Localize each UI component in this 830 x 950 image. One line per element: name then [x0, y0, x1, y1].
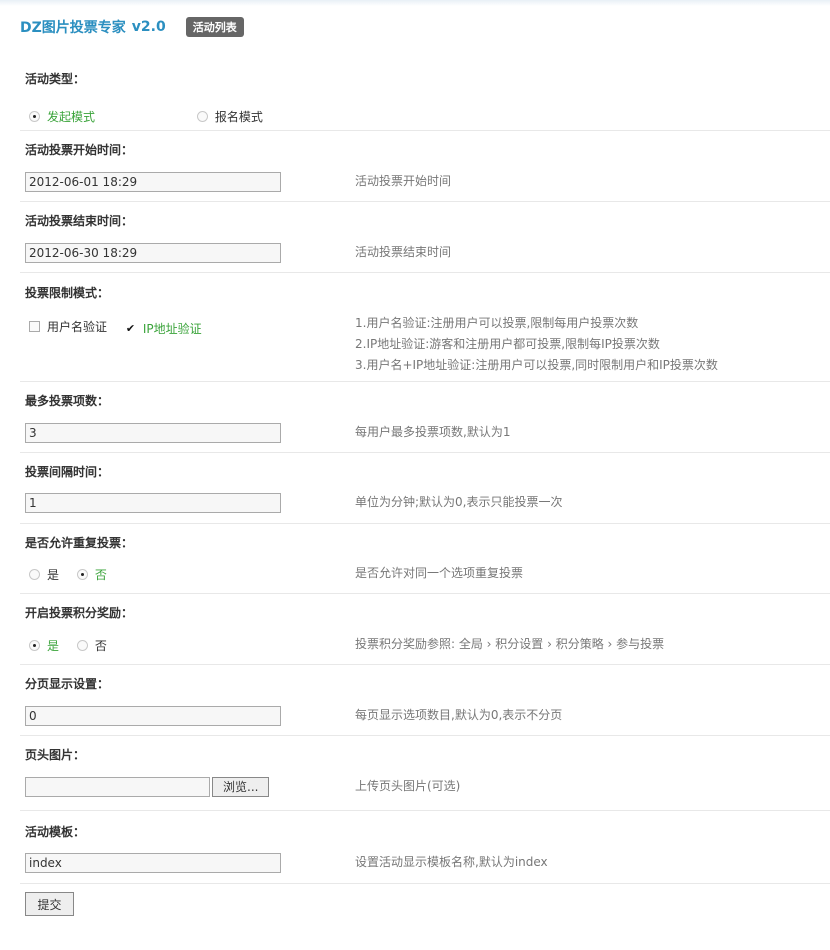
activity-type-option-signup[interactable]: 报名模式 [196, 108, 263, 125]
start-time-section: 活动投票开始时间： 2012-06-01 18:29 活动投票开始时间 [20, 131, 830, 202]
limit-mode-hint-1: 1.用户名验证:注册用户可以投票,限制每用户投票次数 [355, 316, 639, 330]
activity-type-option-signup-label: 报名模式 [214, 110, 263, 124]
app-title: DZ图片投票专家 [20, 20, 126, 36]
radio-selected-icon [76, 569, 88, 580]
limit-mode-option-ip-label: IP地址验证 [142, 322, 202, 336]
header-image-file-input[interactable] [25, 777, 210, 797]
activity-type-section: 活动类型： 发起模式 报名模式 [20, 62, 830, 131]
activity-type-option-launch[interactable]: 发起模式 [29, 108, 179, 125]
max-items-field: 3 [25, 423, 281, 443]
checkbox-empty-icon [29, 321, 40, 332]
header-image-hint: 上传页头图片(可选) [355, 779, 461, 793]
paging-hint: 每页显示选项数目,默认为0,表示不分页 [355, 708, 563, 722]
app-version: v2.0 [131, 19, 166, 35]
credit-reward-label: 开启投票积分奖励： [25, 606, 134, 620]
limit-mode-option-username[interactable]: 用户名验证 [29, 318, 107, 335]
credit-reward-option-yes-label: 是 [47, 639, 60, 653]
limit-mode-hints: 1.用户名验证:注册用户可以投票,限制每用户投票次数 2.IP地址验证:游客和注… [355, 313, 718, 376]
interval-label: 投票间隔时间： [25, 465, 110, 479]
repeat-vote-section: 是否允许重复投票： 是 否 是否允许对同一个选项重复投票 [20, 524, 830, 594]
limit-mode-options: 用户名验证 ✔ IP地址验证 [29, 318, 216, 341]
max-items-section: 最多投票项数： 3 每用户最多投票项数,默认为1 [20, 382, 830, 453]
credit-reward-options: 是 否 [29, 637, 121, 654]
paging-section: 分页显示设置： 0 每页显示选项数目,默认为0,表示不分页 [20, 665, 830, 736]
end-time-field: 2012-06-30 18:29 [25, 243, 281, 263]
browse-button[interactable]: 浏览... [212, 777, 270, 797]
end-time-label: 活动投票结束时间： [25, 214, 134, 228]
start-time-field: 2012-06-01 18:29 [25, 172, 281, 192]
submit-button[interactable]: 提交 [25, 892, 74, 916]
radio-empty-icon [76, 640, 88, 651]
limit-mode-hint-3: 3.用户名+IP地址验证:注册用户可以投票,同时限制用户和IP投票次数 [355, 358, 718, 372]
header-image-field: 浏览... [25, 777, 270, 797]
interval-input[interactable]: 1 [25, 493, 281, 513]
end-time-hint: 活动投票结束时间 [355, 245, 452, 259]
activity-list-button[interactable]: 活动列表 [185, 17, 244, 37]
start-time-hint: 活动投票开始时间 [355, 174, 452, 188]
repeat-vote-option-no[interactable]: 否 [76, 566, 107, 583]
template-label: 活动模板： [25, 825, 86, 839]
interval-hint: 单位为分钟;默认为0,表示只能投票一次 [355, 495, 563, 509]
credit-reward-option-yes[interactable]: 是 [29, 637, 59, 654]
header-image-label: 页头图片： [25, 748, 86, 762]
radio-empty-icon [196, 111, 208, 122]
max-items-input[interactable]: 3 [25, 423, 281, 443]
repeat-vote-hint: 是否允许对同一个选项重复投票 [355, 566, 524, 580]
activity-type-label: 活动类型： [25, 72, 86, 86]
template-hint: 设置活动显示模板名称,默认为index [355, 855, 548, 869]
repeat-vote-option-no-label: 否 [94, 568, 107, 582]
radio-empty-icon [29, 569, 40, 580]
template-section: 活动模板： index 设置活动显示模板名称,默认为index [20, 811, 830, 884]
header-image-section: 页头图片： 浏览... 上传页头图片(可选) [20, 736, 830, 811]
max-items-label: 最多投票项数： [25, 394, 110, 408]
credit-reward-option-no-label: 否 [94, 639, 107, 653]
repeat-vote-option-yes[interactable]: 是 [29, 566, 59, 583]
template-field: index [25, 853, 281, 873]
repeat-vote-options: 是 否 [29, 566, 121, 583]
radio-selected-icon [29, 111, 40, 122]
limit-mode-option-username-label: 用户名验证 [47, 320, 108, 334]
paging-label: 分页显示设置： [25, 677, 110, 691]
credit-reward-hint: 投票积分奖励参照: 全局 › 积分设置 › 积分策略 › 参与投票 [355, 637, 665, 651]
activity-type-options: 发起模式 报名模式 [29, 108, 277, 125]
credit-reward-section: 开启投票积分奖励： 是 否 投票积分奖励参照: 全局 › 积分设置 › 积分策略… [20, 594, 830, 665]
end-time-section: 活动投票结束时间： 2012-06-30 18:29 活动投票结束时间 [20, 202, 830, 273]
credit-reward-option-no[interactable]: 否 [76, 637, 107, 654]
max-items-hint: 每用户最多投票项数,默认为1 [355, 425, 511, 439]
repeat-vote-option-yes-label: 是 [47, 568, 60, 582]
repeat-vote-label: 是否允许重复投票： [25, 536, 134, 550]
start-time-input[interactable]: 2012-06-01 18:29 [25, 172, 281, 192]
template-input[interactable]: index [25, 853, 281, 873]
activity-type-option-launch-label: 发起模式 [47, 110, 96, 124]
checkbox-checked-icon: ✔ [124, 322, 136, 335]
page-header: DZ图片投票专家 v2.0 活动列表 [20, 16, 244, 38]
top-gradient-bar [0, 0, 830, 6]
radio-selected-icon [29, 640, 40, 651]
limit-mode-section: 投票限制模式： 用户名验证 ✔ IP地址验证 1.用户名验证:注册用户可以投票,… [20, 273, 830, 382]
limit-mode-option-ip[interactable]: ✔ IP地址验证 [124, 320, 202, 337]
limit-mode-hint-2: 2.IP地址验证:游客和注册用户都可投票,限制每IP投票次数 [355, 337, 660, 351]
end-time-input[interactable]: 2012-06-30 18:29 [25, 243, 281, 263]
paging-field: 0 [25, 706, 281, 726]
limit-mode-label: 投票限制模式： [25, 286, 110, 300]
interval-field: 1 [25, 493, 281, 513]
paging-input[interactable]: 0 [25, 706, 281, 726]
start-time-label: 活动投票开始时间： [25, 143, 134, 157]
interval-section: 投票间隔时间： 1 单位为分钟;默认为0,表示只能投票一次 [20, 453, 830, 524]
